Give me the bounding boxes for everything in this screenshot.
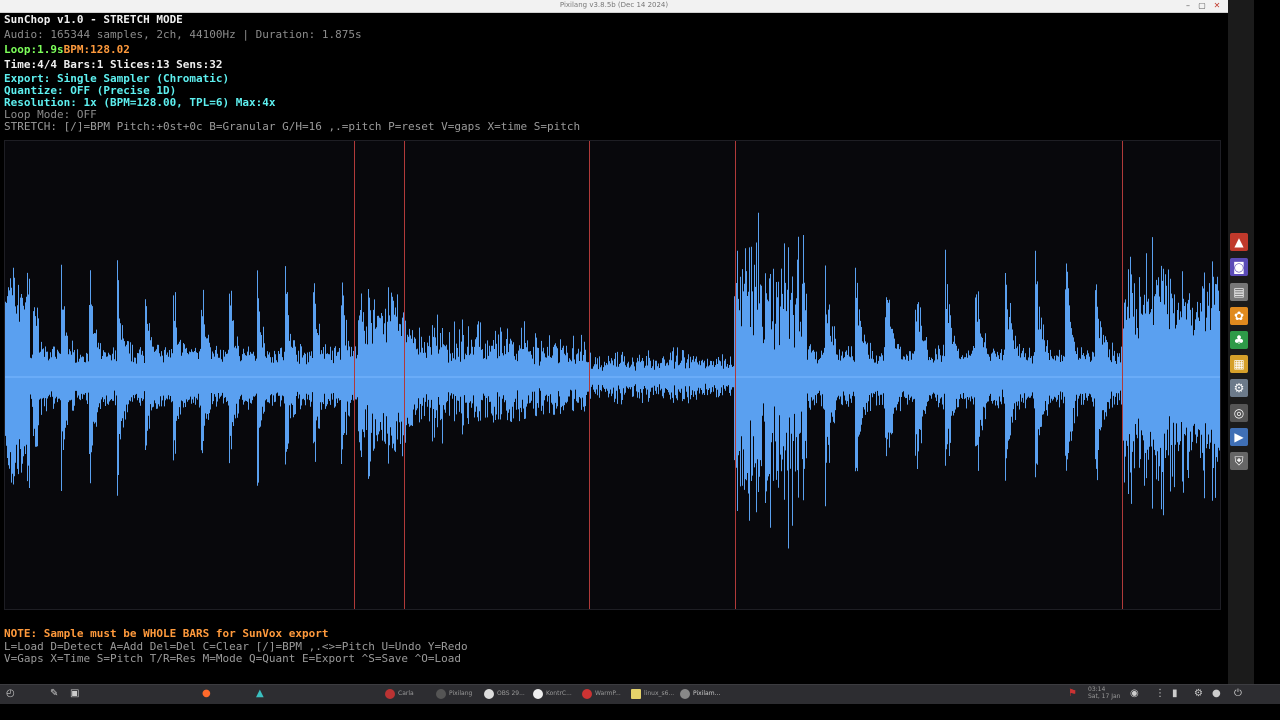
waveform-svg[interactable]: [5, 141, 1220, 609]
waveform-path: [5, 212, 1220, 549]
export-note: NOTE: Sample must be WHOLE BARS for SunV…: [4, 627, 329, 640]
taskbar-item-linux[interactable]: linux_s6...: [631, 687, 674, 701]
app-red-icon[interactable]: ▲: [1230, 233, 1248, 251]
mic-icon[interactable]: ▮: [1172, 687, 1178, 701]
pixilang-icon: [436, 688, 446, 699]
waveform-view[interactable]: [4, 140, 1221, 610]
clock[interactable]: 03:14 Sat, 17 Jan: [1088, 686, 1120, 700]
app-screen-icon[interactable]: ▶: [1230, 428, 1248, 446]
loop-length: Loop:1.9s: [4, 43, 64, 56]
window-titlebar: Pixilang v3.8.5b (Dec 14 2024) – ▢ ✕: [0, 0, 1228, 13]
stretch-help: STRETCH: [/]=BPM Pitch:+0st+0c B=Granula…: [4, 120, 581, 133]
files-icon[interactable]: ▲: [256, 687, 264, 701]
screen-bottom-edge: [0, 704, 1280, 720]
bpm-value: BPM:128.02: [63, 43, 130, 56]
network-icon[interactable]: ⋮: [1155, 687, 1165, 701]
app-grid-icon[interactable]: ▦: [1230, 355, 1248, 373]
power-icon[interactable]: ⏻: [1234, 687, 1242, 701]
app-shield-icon[interactable]: ⛨: [1230, 452, 1248, 470]
waveform-samples: [5, 212, 1220, 549]
tray-gear-icon[interactable]: ⚙: [1194, 687, 1203, 701]
taskbar-item-warm[interactable]: WarmP...: [582, 687, 621, 701]
taskbar-item-pixilang[interactable]: Pixilang: [436, 687, 472, 701]
folder-icon: [631, 688, 641, 699]
record-icon[interactable]: ◉: [1130, 687, 1139, 701]
terminal-icon[interactable]: ▣: [70, 687, 79, 701]
close-button[interactable]: ✕: [1212, 1, 1222, 11]
taskbar-item-obs[interactable]: OBS 29...: [484, 687, 525, 701]
time-info: Time:4/4 Bars:1 Slices:13 Sens:32: [4, 58, 223, 71]
app-green-icon[interactable]: ♣: [1230, 331, 1248, 349]
maximize-button[interactable]: ▢: [1197, 1, 1207, 11]
taskbar-item-carla[interactable]: Carla: [385, 687, 414, 701]
app-settings-icon[interactable]: ⚙: [1230, 379, 1248, 397]
minimize-button[interactable]: –: [1183, 1, 1193, 11]
dock-sidebar-edge: [1254, 0, 1280, 684]
app-gray-icon[interactable]: ▤: [1230, 283, 1248, 301]
app-menu-icon[interactable]: ◴: [6, 687, 15, 701]
app-title: SunChop v1.0 - STRETCH MODE: [4, 13, 183, 26]
app-purple-icon[interactable]: ◙: [1230, 258, 1248, 276]
loop-bpm-line: Loop:1.9sBPM:128.02: [4, 44, 130, 56]
pixilam-icon: [680, 688, 690, 699]
keyboard-layout-icon[interactable]: ⚑: [1068, 687, 1077, 701]
audio-info: Audio: 165344 samples, 2ch, 44100Hz | Du…: [4, 28, 362, 41]
tools-icon[interactable]: ✎: [50, 687, 58, 701]
taskbar-item-kontr[interactable]: KontrC...: [533, 687, 572, 701]
window-title: Pixilang v3.8.5b (Dec 14 2024): [559, 1, 669, 9]
key-help-2: V=Gaps X=Time S=Pitch T/R=Res M=Mode Q=Q…: [4, 652, 461, 665]
taskbar-item-pixilam[interactable]: Pixilam...: [680, 687, 720, 701]
carla-icon: [385, 688, 395, 699]
browser-icon[interactable]: ●: [202, 687, 211, 701]
warm-icon: [582, 688, 592, 699]
tray-app-icon[interactable]: ●: [1212, 687, 1221, 701]
app-orange-icon[interactable]: ✿: [1230, 307, 1248, 325]
app-round-icon[interactable]: ◎: [1230, 404, 1248, 422]
kontr-icon: [533, 688, 543, 699]
obs-icon: [484, 688, 494, 699]
